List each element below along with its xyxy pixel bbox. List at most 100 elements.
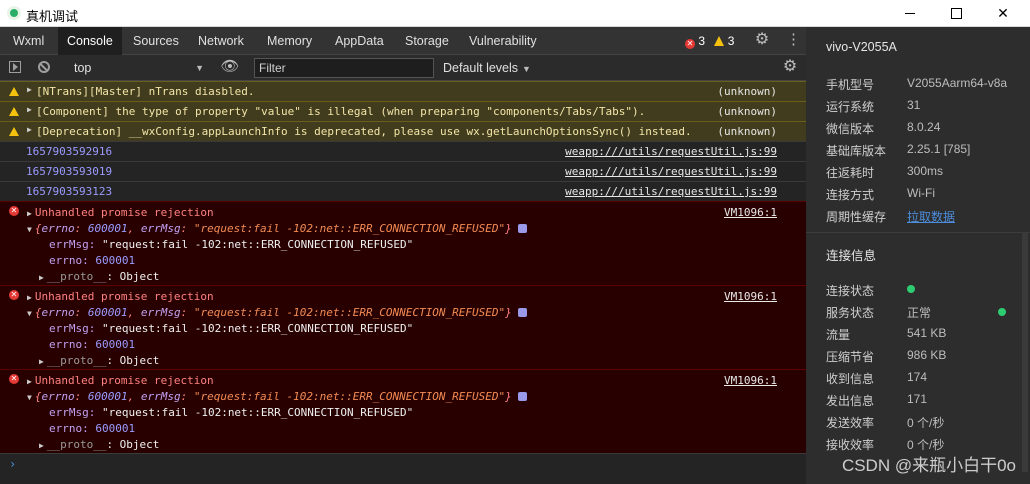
error-source-link[interactable]: VM1096:1	[724, 374, 777, 387]
errmsg-property: errMsg: "request:fail -102:net::ERR_CONN…	[49, 238, 414, 251]
more-options-icon[interactable]: ⋮	[786, 32, 801, 48]
connection-row: 发送效率 0 个/秒	[826, 416, 945, 430]
log-source-link[interactable]: weapp:///utils/requestUtil.js:99	[565, 145, 777, 158]
info-row: 微信版本 8.0.24	[826, 120, 941, 136]
live-expression-eye-icon[interactable]: 👁	[220, 59, 240, 75]
log-source-link[interactable]: weapp:///utils/requestUtil.js:99	[565, 185, 777, 198]
maximize-icon	[950, 8, 962, 19]
collapse-arrow-icon: ▼	[27, 393, 32, 402]
errmsg-property: errMsg: "request:fail -102:net::ERR_CONN…	[49, 322, 414, 335]
errno-property: errno: 600001	[49, 254, 136, 267]
console-prompt-icon: ›	[9, 457, 17, 471]
expand-arrow-icon[interactable]: ▶	[27, 105, 32, 114]
log-value: 1657903592916	[26, 145, 113, 158]
context-select[interactable]: top ▼	[68, 58, 208, 78]
expand-arrow-icon: ▶	[39, 357, 44, 366]
log-source-link[interactable]: weapp:///utils/requestUtil.js:99	[565, 165, 777, 178]
expand-arrow-icon[interactable]: ▶	[27, 85, 32, 94]
tab-storage[interactable]: Storage	[396, 27, 458, 55]
console-warning-row[interactable]: ▶ [Component] the type of property "valu…	[0, 101, 806, 121]
error-object-summary[interactable]: ▼ {errno: 600001, errMsg: "request:fail -…	[27, 222, 527, 235]
console-error-row: ✕ ▶ Unhandled promise rejection VM1096:1 …	[0, 201, 806, 285]
warning-source: (unknown)	[717, 125, 777, 138]
tab-network[interactable]: Network	[189, 27, 253, 55]
console-toolbar: top ▼ 👁 Default levels▼ ⚙	[0, 55, 806, 81]
console-input-area[interactable]: ›	[0, 453, 806, 484]
filter-input[interactable]	[254, 58, 434, 78]
tab-sources[interactable]: Sources	[124, 27, 188, 55]
error-source-link[interactable]: VM1096:1	[724, 290, 777, 303]
console-warning-row[interactable]: ▶ [NTrans][Master] nTrans diasbled. (unk…	[0, 81, 806, 101]
console-settings-gear-icon[interactable]: ⚙	[782, 59, 798, 75]
info-row: 运行系统 31	[826, 98, 921, 114]
window-title: 真机调试	[26, 9, 79, 24]
expand-arrow-icon: ▶	[39, 441, 44, 450]
log-value: 1657903593123	[26, 185, 113, 198]
warning-message: [Deprecation] __wxConfig.appLaunchInfo i…	[36, 125, 692, 138]
console-error-row: ✕ ▶ Unhandled promise rejection VM1096:1 …	[0, 369, 806, 453]
clear-console-icon[interactable]	[38, 61, 50, 73]
errno-property: errno: 600001	[49, 422, 136, 435]
error-icon: ✕	[9, 374, 19, 384]
chevron-down-icon: ▼	[195, 63, 204, 73]
proto-property[interactable]: ▶ __proto__: Object	[39, 438, 159, 451]
error-object-summary[interactable]: ▼ {errno: 600001, errMsg: "request:fail -…	[27, 306, 527, 319]
info-row: 往返耗时 300ms	[826, 164, 944, 180]
fetch-data-link[interactable]: 拉取数据	[907, 208, 955, 225]
minimize-button[interactable]	[887, 0, 933, 27]
warning-icon	[9, 107, 19, 116]
issue-counter[interactable]: ✕ 3 3	[685, 27, 734, 55]
console-output: ▶ [NTrans][Master] nTrans diasbled. (unk…	[0, 81, 806, 484]
error-object-summary[interactable]: ▼ {errno: 600001, errMsg: "request:fail -…	[27, 390, 527, 403]
tab-console[interactable]: Console	[58, 27, 122, 55]
connection-row: 流量 541 KB	[826, 326, 947, 342]
warning-message: [NTrans][Master] nTrans diasbled.	[36, 85, 255, 98]
tab-appdata[interactable]: AppData	[326, 27, 393, 55]
maximize-button[interactable]	[933, 0, 979, 27]
settings-gear-icon[interactable]: ⚙	[754, 32, 770, 48]
collapse-arrow-icon: ▼	[27, 309, 32, 318]
close-icon: ✕	[997, 5, 1009, 21]
devtools-tabbar: Wxml Console Sources Network Memory AppD…	[0, 27, 806, 55]
warning-source: (unknown)	[717, 85, 777, 98]
warning-icon	[9, 87, 19, 96]
error-source-link[interactable]: VM1096:1	[724, 206, 777, 219]
section-divider	[806, 232, 1030, 233]
info-badge-icon[interactable]	[517, 308, 527, 317]
log-levels-label: Default levels	[443, 61, 519, 75]
error-title-line[interactable]: ▶ Unhandled promise rejection	[27, 290, 214, 303]
info-row: 基础库版本 2.25.1 [785]	[826, 142, 971, 158]
devtools-panel: Wxml Console Sources Network Memory AppD…	[0, 27, 806, 484]
console-log-row: 1657903593123 weapp:///utils/requestUtil…	[0, 181, 806, 201]
error-icon: ✕	[9, 206, 19, 216]
app-logo-icon	[7, 6, 21, 20]
info-badge-icon[interactable]	[517, 224, 527, 233]
error-title-line[interactable]: ▶ Unhandled promise rejection	[27, 374, 214, 387]
watermark: CSDN @来瓶小白干0o	[841, 456, 1016, 475]
error-count-icon: ✕	[685, 39, 695, 49]
sidebar-toggle-icon[interactable]	[9, 61, 21, 73]
console-error-row: ✕ ▶ Unhandled promise rejection VM1096:1 …	[0, 285, 806, 369]
error-title-line[interactable]: ▶ Unhandled promise rejection	[27, 206, 214, 219]
proto-property[interactable]: ▶ __proto__: Object	[39, 270, 159, 283]
minimize-icon	[905, 13, 915, 14]
log-value: 1657903593019	[26, 165, 113, 178]
log-levels-dropdown[interactable]: Default levels ▼	[443, 58, 531, 78]
expand-arrow-icon: ▶	[39, 273, 44, 282]
window-titlebar: 真机调试 ✕	[0, 0, 1030, 27]
expand-arrow-icon[interactable]: ▶	[27, 125, 32, 134]
warning-source: (unknown)	[717, 105, 777, 118]
device-info-panel: vivo-V2055A 手机型号 V2055Aarm64-v8a 运行系统 31 微…	[806, 27, 1030, 484]
close-button[interactable]: ✕	[980, 0, 1026, 27]
info-badge-icon[interactable]	[517, 392, 527, 401]
tab-wxml[interactable]: Wxml	[4, 27, 53, 55]
connected-status-icon	[907, 285, 915, 293]
tab-vulnerability[interactable]: Vulnerability	[460, 27, 546, 55]
warning-count-icon	[714, 36, 725, 46]
tab-memory[interactable]: Memory	[258, 27, 321, 55]
connection-row: 发出信息 171	[826, 392, 928, 408]
errno-property: errno: 600001	[49, 338, 136, 351]
info-row: 周期性缓存 拉取数据	[826, 208, 956, 225]
console-warning-row[interactable]: ▶ [Deprecation] __wxConfig.appLaunchInfo…	[0, 121, 806, 141]
proto-property[interactable]: ▶ __proto__: Object	[39, 354, 159, 367]
